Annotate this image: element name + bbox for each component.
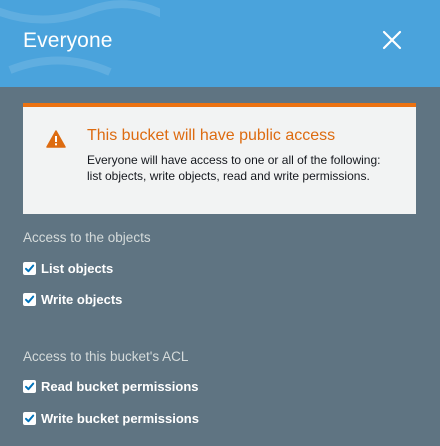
warning-title: This bucket will have public access bbox=[87, 127, 336, 144]
close-button[interactable] bbox=[376, 24, 408, 56]
checkmark-icon bbox=[25, 414, 35, 422]
write-objects-checkbox-row[interactable]: Write objects bbox=[23, 291, 122, 307]
read-bucket-permissions-checkbox[interactable] bbox=[23, 379, 36, 393]
write-bucket-permissions-checkbox[interactable] bbox=[23, 411, 36, 425]
write-bucket-permissions-checkbox-row[interactable]: Write bucket permissions bbox=[23, 410, 199, 426]
acl-section-label: Access to this bucket's ACL bbox=[23, 349, 189, 364]
read-bucket-permissions-checkbox-row[interactable]: Read bucket permissions bbox=[23, 378, 199, 394]
list-objects-checkbox-row[interactable]: List objects bbox=[23, 260, 113, 276]
checkmark-icon bbox=[25, 295, 35, 303]
warning-triangle-icon bbox=[46, 130, 66, 148]
checkmark-icon bbox=[25, 264, 35, 272]
close-x-icon bbox=[382, 30, 402, 50]
read-bucket-permissions-label: Read bucket permissions bbox=[41, 378, 199, 394]
list-objects-label: List objects bbox=[41, 260, 114, 276]
write-bucket-permissions-label: Write bucket permissions bbox=[41, 410, 199, 426]
modal-title: Everyone bbox=[23, 29, 113, 52]
objects-section-label: Access to the objects bbox=[23, 230, 151, 245]
checkmark-icon bbox=[25, 382, 35, 390]
warning-body: Everyone will have access to one or all … bbox=[87, 153, 381, 183]
public-access-warning: This bucket will have public access Ever… bbox=[23, 103, 416, 214]
write-objects-checkbox[interactable] bbox=[23, 292, 36, 306]
list-objects-checkbox[interactable] bbox=[23, 261, 36, 275]
modal-header: Everyone bbox=[0, 0, 440, 87]
write-objects-label: Write objects bbox=[41, 291, 123, 307]
